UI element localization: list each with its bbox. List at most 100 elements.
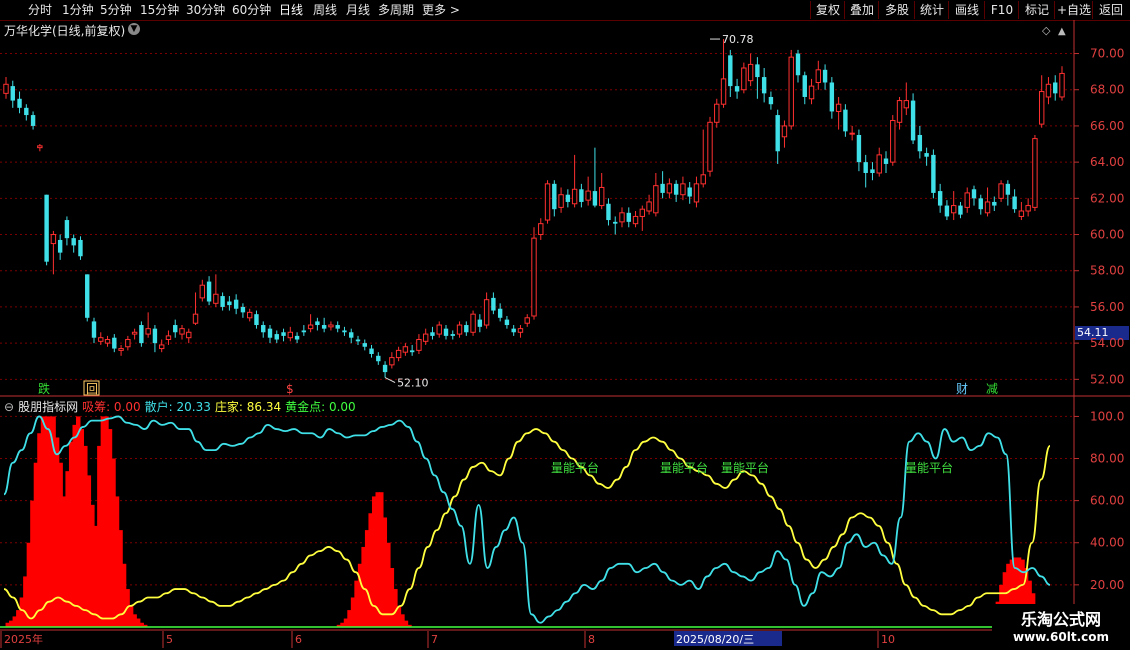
indicator-tick-label: 80.00 <box>1090 452 1124 466</box>
candle-body <box>666 183 673 194</box>
price-tick-label: 70.00 <box>1090 47 1124 61</box>
signal-marker-4: 减 <box>986 382 998 396</box>
candle-body <box>261 325 266 333</box>
candle-body <box>294 335 300 340</box>
candle-body <box>565 194 571 202</box>
candle-body <box>653 185 659 214</box>
signal-marker-2: $ <box>286 382 294 396</box>
candle-body <box>937 191 943 206</box>
candle-body <box>321 325 327 329</box>
candle-body <box>606 203 611 221</box>
price-tick-label: 58.00 <box>1090 264 1124 278</box>
candle-body <box>1053 82 1058 94</box>
candle-body <box>1005 183 1011 195</box>
candle-body <box>788 56 794 127</box>
candle-body <box>254 314 259 326</box>
candle-body <box>1032 138 1038 208</box>
candle-body <box>917 134 923 152</box>
candle-body <box>755 64 760 78</box>
candle-body <box>707 121 713 172</box>
candle-body <box>815 69 822 83</box>
candle-body <box>639 208 646 217</box>
candle-body <box>287 331 294 339</box>
price-tick-label: 56.00 <box>1090 300 1124 314</box>
candle-body <box>1059 72 1065 98</box>
candle-body <box>660 183 665 193</box>
candle-body <box>450 334 455 336</box>
candle-body <box>112 337 117 349</box>
kline-chart-canvas: 70.00 68.00 66.00 64.00 62.00 60.00 58.00 56.00… <box>0 20 1130 650</box>
candle-body <box>903 100 910 109</box>
candle-body <box>78 239 83 257</box>
candle-body <box>1045 83 1052 98</box>
candle-body <box>44 194 49 262</box>
candle-body <box>511 328 516 333</box>
candle-body <box>199 284 206 299</box>
candle-body <box>173 325 178 333</box>
candle-body <box>978 198 983 210</box>
candle-body <box>741 67 747 91</box>
candle-body <box>883 158 889 164</box>
annotation-label-2: 量能平台 <box>721 460 769 475</box>
price-tick-label: 66.00 <box>1090 119 1124 133</box>
candle-body <box>139 325 144 344</box>
candle-body <box>781 125 788 138</box>
watermark: 乐淘公式网 www.60lt.com <box>992 604 1130 650</box>
candle-body <box>835 103 842 112</box>
time-tick-label: 7 <box>431 633 438 646</box>
chevron-up-icon: ▲ <box>1058 26 1066 37</box>
candle-body <box>870 169 875 173</box>
candle-body <box>220 296 225 307</box>
candle-body <box>186 331 192 339</box>
candle-body <box>409 350 415 353</box>
candle-body <box>443 328 449 336</box>
candle-body <box>504 319 510 326</box>
candle-body <box>464 325 469 333</box>
candle-body <box>646 201 652 212</box>
candle-body <box>829 82 835 112</box>
candle-body <box>958 205 963 215</box>
high-price-label: 70.78 <box>722 33 754 46</box>
candle-body <box>728 55 733 87</box>
candle-body <box>98 337 104 342</box>
candle-body <box>281 332 286 336</box>
candle-body <box>775 115 780 152</box>
candle-body <box>267 328 273 338</box>
candle-body <box>422 333 429 342</box>
candle-body <box>680 183 686 196</box>
candle-body <box>863 162 868 173</box>
candle-body <box>85 274 90 318</box>
candle-body <box>483 299 490 326</box>
price-tick-label: 68.00 <box>1090 83 1124 97</box>
candle-body <box>50 234 57 245</box>
date-cursor-label: 2025/08/20/三 <box>676 633 754 646</box>
time-tick-label: 8 <box>588 633 595 646</box>
candle-body <box>585 190 591 201</box>
candle-body <box>747 63 754 82</box>
time-tick-label: 5 <box>166 633 173 646</box>
candle-body <box>206 281 212 302</box>
sanhu-line <box>3 415 1051 624</box>
candle-body <box>544 183 551 221</box>
candle-body <box>3 83 9 94</box>
candle-body <box>227 301 232 306</box>
candle-body <box>430 332 435 336</box>
candle-body <box>950 205 957 214</box>
candle-body <box>849 132 855 135</box>
annotation-label-0: 量能平台 <box>551 460 599 475</box>
candle-body <box>924 153 929 157</box>
candle-body <box>470 313 476 333</box>
candle-body <box>10 86 15 101</box>
candle-body <box>890 120 896 163</box>
annotation-label-1: 量能平台 <box>660 460 708 475</box>
time-tick-label: 6 <box>295 633 302 646</box>
time-tick-label: 10 <box>881 633 895 646</box>
candle-body <box>626 212 631 222</box>
candle-body <box>240 306 246 313</box>
signal-marker-3: 财 <box>956 382 968 396</box>
candle-body <box>714 103 720 123</box>
candle-body <box>389 357 395 366</box>
candle-body <box>355 339 361 342</box>
candle-body <box>335 325 340 329</box>
candle-body <box>632 215 639 225</box>
